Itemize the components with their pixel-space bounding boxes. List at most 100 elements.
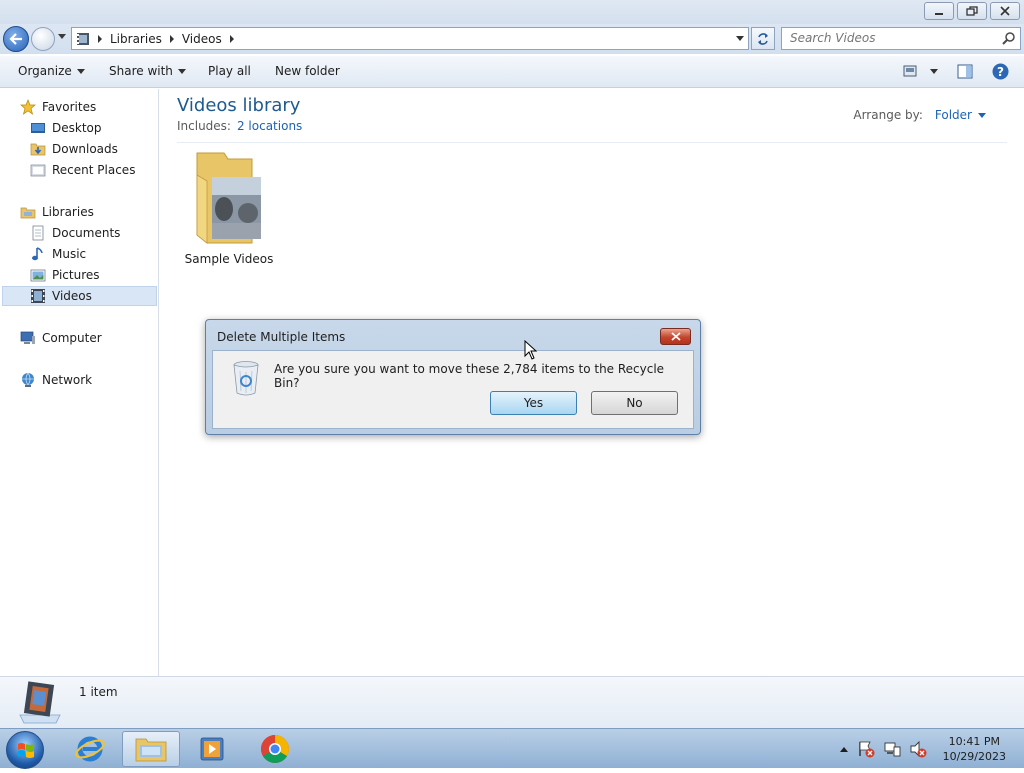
system-tray: 10:41 PM 10/29/2023 [839, 729, 1024, 769]
desktop-icon [31, 123, 45, 133]
address-bar[interactable]: Libraries Videos [71, 27, 749, 50]
nav-network-label: Network [42, 373, 93, 387]
command-bar: Organize Share with Play all New folder … [0, 56, 1024, 88]
no-button[interactable]: No [591, 391, 678, 415]
nav-computer[interactable]: Computer [20, 328, 102, 348]
nav-pictures[interactable]: Pictures [30, 265, 100, 285]
taskbar: 10:41 PM 10/29/2023 [0, 728, 1024, 769]
close-icon [670, 332, 681, 341]
breadcrumb-separator[interactable] [98, 34, 102, 43]
taskbar-chrome[interactable] [246, 731, 304, 767]
breadcrumb-libraries[interactable]: Libraries [110, 32, 162, 46]
chevron-down-icon [76, 68, 85, 74]
includes-locations-link[interactable]: 2 locations [237, 119, 302, 133]
nav-desktop[interactable]: Desktop [30, 118, 102, 138]
restore-button[interactable] [957, 2, 987, 20]
library-title: Videos library [177, 95, 301, 116]
header-divider [177, 142, 1007, 143]
nav-favorites[interactable]: Favorites [20, 97, 96, 117]
details-pane: 1 item [0, 676, 1024, 728]
view-icon [903, 65, 917, 77]
nav-recent-places-label: Recent Places [52, 163, 136, 177]
close-icon [1000, 6, 1010, 16]
nav-videos[interactable]: Videos [2, 286, 157, 306]
recycle-bin-icon [233, 361, 259, 396]
music-note-icon [32, 247, 43, 261]
chevron-down-icon [978, 112, 986, 118]
help-button[interactable]: ? [992, 63, 1009, 80]
clock[interactable]: 10:41 PM 10/29/2023 [943, 734, 1006, 764]
arrange-by-dropdown[interactable]: Folder [935, 108, 986, 122]
dialog-close-button[interactable] [660, 328, 691, 345]
minimize-icon [935, 13, 943, 15]
nav-music[interactable]: Music [30, 244, 86, 264]
breadcrumb: Libraries Videos [72, 32, 236, 46]
dialog-body: Are you sure you want to move these 2,78… [212, 350, 694, 429]
nav-pictures-label: Pictures [52, 268, 100, 282]
arrange-by-value: Folder [934, 108, 972, 122]
folder-item[interactable]: Sample Videos [184, 151, 274, 266]
address-history-dropdown[interactable] [736, 36, 744, 41]
library-includes: Includes: 2 locations [177, 119, 302, 133]
volume-muted-icon[interactable] [909, 740, 927, 758]
nav-libraries[interactable]: Libraries [20, 202, 94, 222]
nav-videos-label: Videos [52, 289, 92, 303]
show-hidden-icons-button[interactable] [839, 742, 849, 756]
includes-label: Includes: [177, 119, 231, 133]
restore-icon [966, 6, 978, 16]
dialog-title: Delete Multiple Items [217, 330, 346, 344]
nav-network[interactable]: Network [20, 370, 92, 390]
clock-time: 10:41 PM [948, 735, 1000, 748]
documents-icon [32, 225, 44, 241]
nav-music-label: Music [52, 247, 87, 261]
new-folder-button[interactable]: New folder [275, 64, 340, 78]
search-icon[interactable] [1002, 31, 1016, 45]
share-with-label: Share with [109, 64, 173, 78]
chrome-icon [261, 735, 289, 763]
windows-explorer-icon [135, 738, 167, 762]
preview-pane-button[interactable] [957, 64, 973, 79]
nav-downloads[interactable]: Downloads [30, 139, 118, 159]
play-all-label: Play all [208, 64, 251, 78]
nav-recent-places[interactable]: Recent Places [30, 160, 135, 180]
breadcrumb-videos[interactable]: Videos [182, 32, 222, 46]
taskbar-windows-explorer[interactable] [122, 731, 180, 767]
play-all-button[interactable]: Play all [208, 64, 251, 78]
address-row: Libraries Videos [0, 24, 1024, 54]
refresh-icon [758, 32, 768, 45]
nav-desktop-label: Desktop [52, 121, 102, 135]
clock-date: 10/29/2023 [942, 750, 1006, 763]
arrange-by: Arrange by: Folder [853, 108, 986, 122]
breadcrumb-separator[interactable] [229, 34, 234, 43]
nav-favorites-label: Favorites [42, 100, 97, 114]
pictures-icon [30, 269, 46, 282]
internet-explorer-icon [75, 736, 105, 762]
svg-text:?: ? [997, 65, 1004, 79]
forward-button[interactable] [31, 27, 55, 51]
windows-logo-icon [18, 743, 34, 758]
yes-button[interactable]: Yes [490, 391, 577, 415]
nav-documents[interactable]: Documents [30, 223, 120, 243]
taskbar-media-player[interactable] [183, 731, 241, 767]
taskbar-internet-explorer[interactable] [61, 731, 119, 767]
navigation-pane: Favorites Desktop Downloads Recent Place… [0, 89, 159, 676]
chevron-down-icon[interactable] [930, 68, 938, 74]
back-button[interactable] [3, 26, 29, 52]
breadcrumb-separator[interactable] [169, 34, 174, 43]
arrow-left-icon [9, 33, 22, 45]
share-with-button[interactable]: Share with [109, 64, 186, 78]
recent-pages-dropdown[interactable] [58, 34, 66, 39]
folder-with-thumbnail-icon [196, 152, 261, 244]
minimize-button[interactable] [924, 2, 954, 20]
organize-button[interactable]: Organize [18, 64, 85, 78]
start-button[interactable] [6, 731, 44, 769]
search-input[interactable] [788, 28, 998, 48]
libraries-icon [20, 207, 36, 219]
network-status-icon[interactable] [883, 740, 901, 758]
action-center-alert-icon[interactable] [857, 740, 875, 758]
mouse-cursor-icon [524, 340, 538, 360]
change-view-button[interactable] [903, 65, 938, 77]
search-box[interactable] [781, 27, 1021, 50]
close-window-button[interactable] [990, 2, 1020, 20]
refresh-button[interactable] [751, 27, 775, 50]
